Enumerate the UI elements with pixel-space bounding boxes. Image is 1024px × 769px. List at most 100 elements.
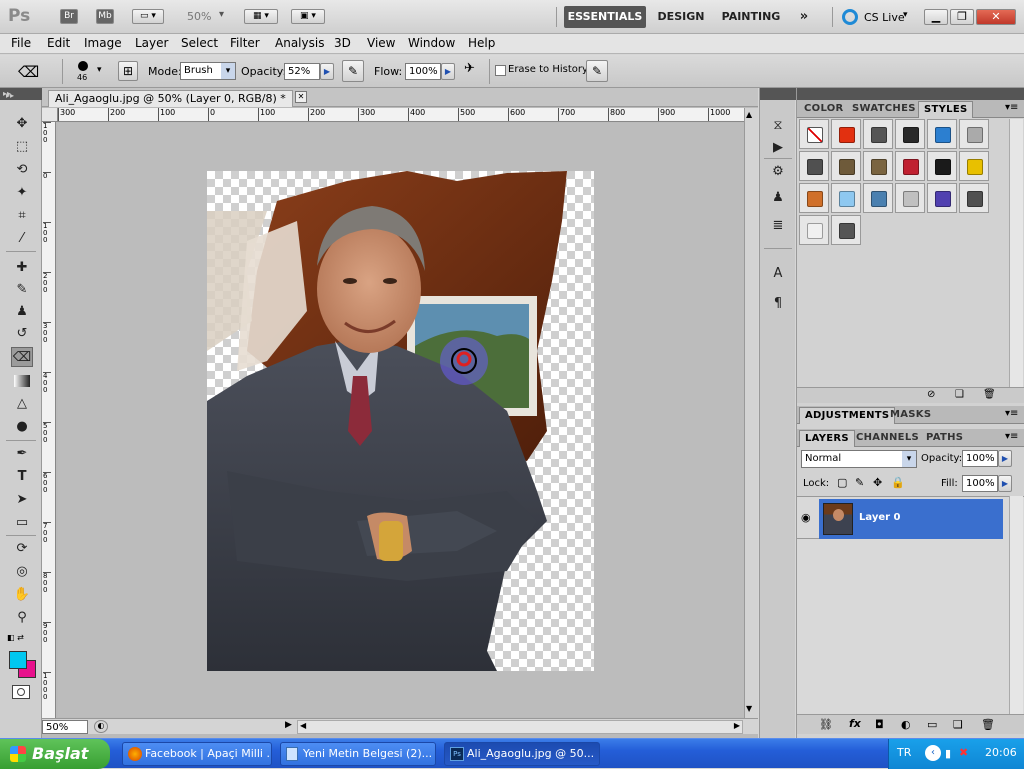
eyedropper-tool-icon[interactable]: ⁄ <box>11 229 33 249</box>
style-swatch[interactable] <box>895 151 925 181</box>
new-style-icon[interactable]: ❑ <box>955 389 964 400</box>
pressure-opacity-icon[interactable]: ✎ <box>342 60 364 82</box>
brush-tool-icon[interactable]: ✎ <box>11 280 33 300</box>
layer-row[interactable]: ◉ Layer 0 <box>797 499 1003 539</box>
menu-analysis[interactable]: Analysis <box>275 36 324 50</box>
menu-layer[interactable]: Layer <box>135 36 168 50</box>
style-swatch[interactable] <box>863 151 893 181</box>
new-group-icon[interactable]: ▭ <box>927 718 937 731</box>
scroll-up-icon[interactable]: ▲ <box>746 110 752 119</box>
menu-view[interactable]: View <box>367 36 395 50</box>
task-photoshop[interactable]: Ps Ali_Agaoglu.jpg @ 50... <box>444 742 600 766</box>
gradient-tool-icon[interactable] <box>14 375 30 387</box>
restore-button[interactable]: ❐ <box>950 9 974 25</box>
horizontal-scrollbar[interactable]: ◀ ▶ <box>297 720 743 734</box>
clear-style-icon[interactable]: ⊘ <box>927 389 935 400</box>
actions-panel-icon[interactable]: ▶ <box>767 138 789 158</box>
opacity-field[interactable] <box>284 63 320 80</box>
menu-window[interactable]: Window <box>408 36 455 50</box>
brush-preset-picker[interactable]: 46 ▾ <box>74 60 110 84</box>
style-swatch[interactable] <box>895 119 925 149</box>
tab-swatches[interactable]: SWATCHES <box>847 101 921 118</box>
lock-image-icon[interactable]: ✎ <box>855 476 864 489</box>
minimize-button[interactable]: ▁ <box>924 9 948 25</box>
fill-slider-icon[interactable]: ▶ <box>998 475 1012 492</box>
status-menu-arrow-icon[interactable]: ▶ <box>285 720 292 730</box>
brush-panel-toggle-icon[interactable]: ⊞ <box>118 61 138 81</box>
arrange-documents-button[interactable]: ▦ ▾ <box>244 9 278 24</box>
adjustment-layer-icon[interactable]: ◐ <box>901 718 911 731</box>
zoom-dropdown-icon[interactable]: ▾ <box>219 9 224 20</box>
panel-menu-icon[interactable]: ▾≡ <box>1005 408 1018 419</box>
3d-orbit-tool-icon[interactable]: ◎ <box>11 562 33 582</box>
style-swatch[interactable] <box>831 183 861 213</box>
menu-image[interactable]: Image <box>84 36 122 50</box>
style-swatch[interactable] <box>799 119 829 149</box>
menu-3d[interactable]: 3D <box>334 36 351 50</box>
vertical-scrollbar[interactable]: ▲ ▼ <box>744 108 758 718</box>
clone-stamp-tool-icon[interactable]: ♟ <box>11 302 33 322</box>
task-firefox[interactable]: Facebook | Apaçi Milli ... <box>122 742 272 766</box>
pen-tool-icon[interactable]: ✒ <box>11 444 33 464</box>
opacity-slider-toggle-icon[interactable]: ▶ <box>320 63 334 80</box>
blur-tool-icon[interactable]: △ <box>11 394 33 414</box>
tab-color[interactable]: COLOR <box>799 101 849 118</box>
pressure-size-icon[interactable]: ✎ <box>586 60 608 82</box>
tab-masks[interactable]: MASKS <box>885 407 936 424</box>
language-indicator[interactable]: TR <box>897 746 911 759</box>
foreground-color-swatch[interactable] <box>9 651 27 669</box>
style-swatch[interactable] <box>863 183 893 213</box>
new-layer-icon[interactable]: ❑ <box>953 718 963 731</box>
style-swatch[interactable] <box>799 183 829 213</box>
show-hidden-icons-icon[interactable]: ‹ <box>925 745 941 761</box>
styles-scrollbar[interactable] <box>1009 119 1023 387</box>
flow-slider-toggle-icon[interactable]: ▶ <box>441 63 455 80</box>
history-brush-tool-icon[interactable]: ↺ <box>11 324 33 344</box>
flow-field[interactable] <box>405 63 441 80</box>
shape-tool-icon[interactable]: ▭ <box>11 513 33 533</box>
lock-all-icon[interactable]: 🔒 <box>891 476 905 489</box>
cs-live-dropdown-icon[interactable]: ▾ <box>903 10 908 20</box>
horizontal-ruler[interactable]: 300 200 100 0 100 200 300 400 500 600 700 800 900 100… <box>58 108 744 122</box>
document-tab[interactable]: Ali_Agaoglu.jpg @ 50% (Layer 0, RGB/8) * <box>48 90 293 107</box>
blend-mode-select[interactable]: Normal ▾ <box>801 450 917 468</box>
start-button[interactable]: Başlat <box>0 739 110 769</box>
style-swatch[interactable] <box>863 119 893 149</box>
mini-bridge-button[interactable]: Mb <box>96 9 114 24</box>
style-swatch[interactable] <box>831 151 861 181</box>
panel-menu-icon[interactable]: ▾≡ <box>1005 102 1018 113</box>
screen-mode-button[interactable]: ▣ ▾ <box>291 9 325 24</box>
menu-filter[interactable]: Filter <box>230 36 260 50</box>
character-panel-icon[interactable]: A <box>767 264 789 284</box>
link-layers-icon[interactable]: ⛓ <box>819 718 833 731</box>
canvas-area[interactable] <box>58 123 744 717</box>
path-selection-tool-icon[interactable]: ➤ <box>11 490 33 510</box>
marquee-tool-icon[interactable]: ⬚ <box>11 137 33 157</box>
eraser-tool-preset-icon[interactable]: ⌫ ▾ <box>18 63 44 98</box>
menu-select[interactable]: Select <box>181 36 218 50</box>
style-swatch[interactable] <box>895 183 925 213</box>
delete-layer-icon[interactable]: 🗑 <box>981 718 995 731</box>
scroll-down-icon[interactable]: ▼ <box>746 704 752 713</box>
zoom-level[interactable]: 50% <box>187 10 211 23</box>
eraser-tool-icon[interactable]: ⌫ <box>11 347 33 367</box>
tray-security-icon[interactable]: ✖ <box>959 746 968 759</box>
cs-live-menu[interactable]: CS Live <box>864 11 905 24</box>
task-notepad[interactable]: Yeni Metin Belgesi (2)... <box>280 742 436 766</box>
visibility-eye-icon[interactable]: ◉ <box>801 511 811 524</box>
bridge-button[interactable]: Br <box>60 9 78 24</box>
quick-selection-tool-icon[interactable]: ✦ <box>11 183 33 203</box>
dodge-tool-icon[interactable]: ● <box>11 417 33 437</box>
spot-healing-tool-icon[interactable]: ✚ <box>11 258 33 278</box>
delete-style-icon[interactable]: 🗑 <box>983 389 996 400</box>
style-swatch[interactable] <box>799 151 829 181</box>
workspace-painting[interactable]: PAINTING <box>718 6 784 28</box>
tab-styles[interactable]: STYLES <box>918 101 974 118</box>
lock-position-icon[interactable]: ✥ <box>873 476 882 489</box>
zoom-tool-icon[interactable]: ⚲ <box>11 608 33 628</box>
move-tool-icon[interactable]: ✥ <box>11 114 33 134</box>
close-icon[interactable]: ✕ <box>976 9 1016 25</box>
layer-style-icon[interactable]: fx <box>849 717 861 730</box>
layer-name[interactable]: Layer 0 <box>859 512 900 523</box>
panel-collapse-icon[interactable]: ▸▸ <box>6 91 14 100</box>
